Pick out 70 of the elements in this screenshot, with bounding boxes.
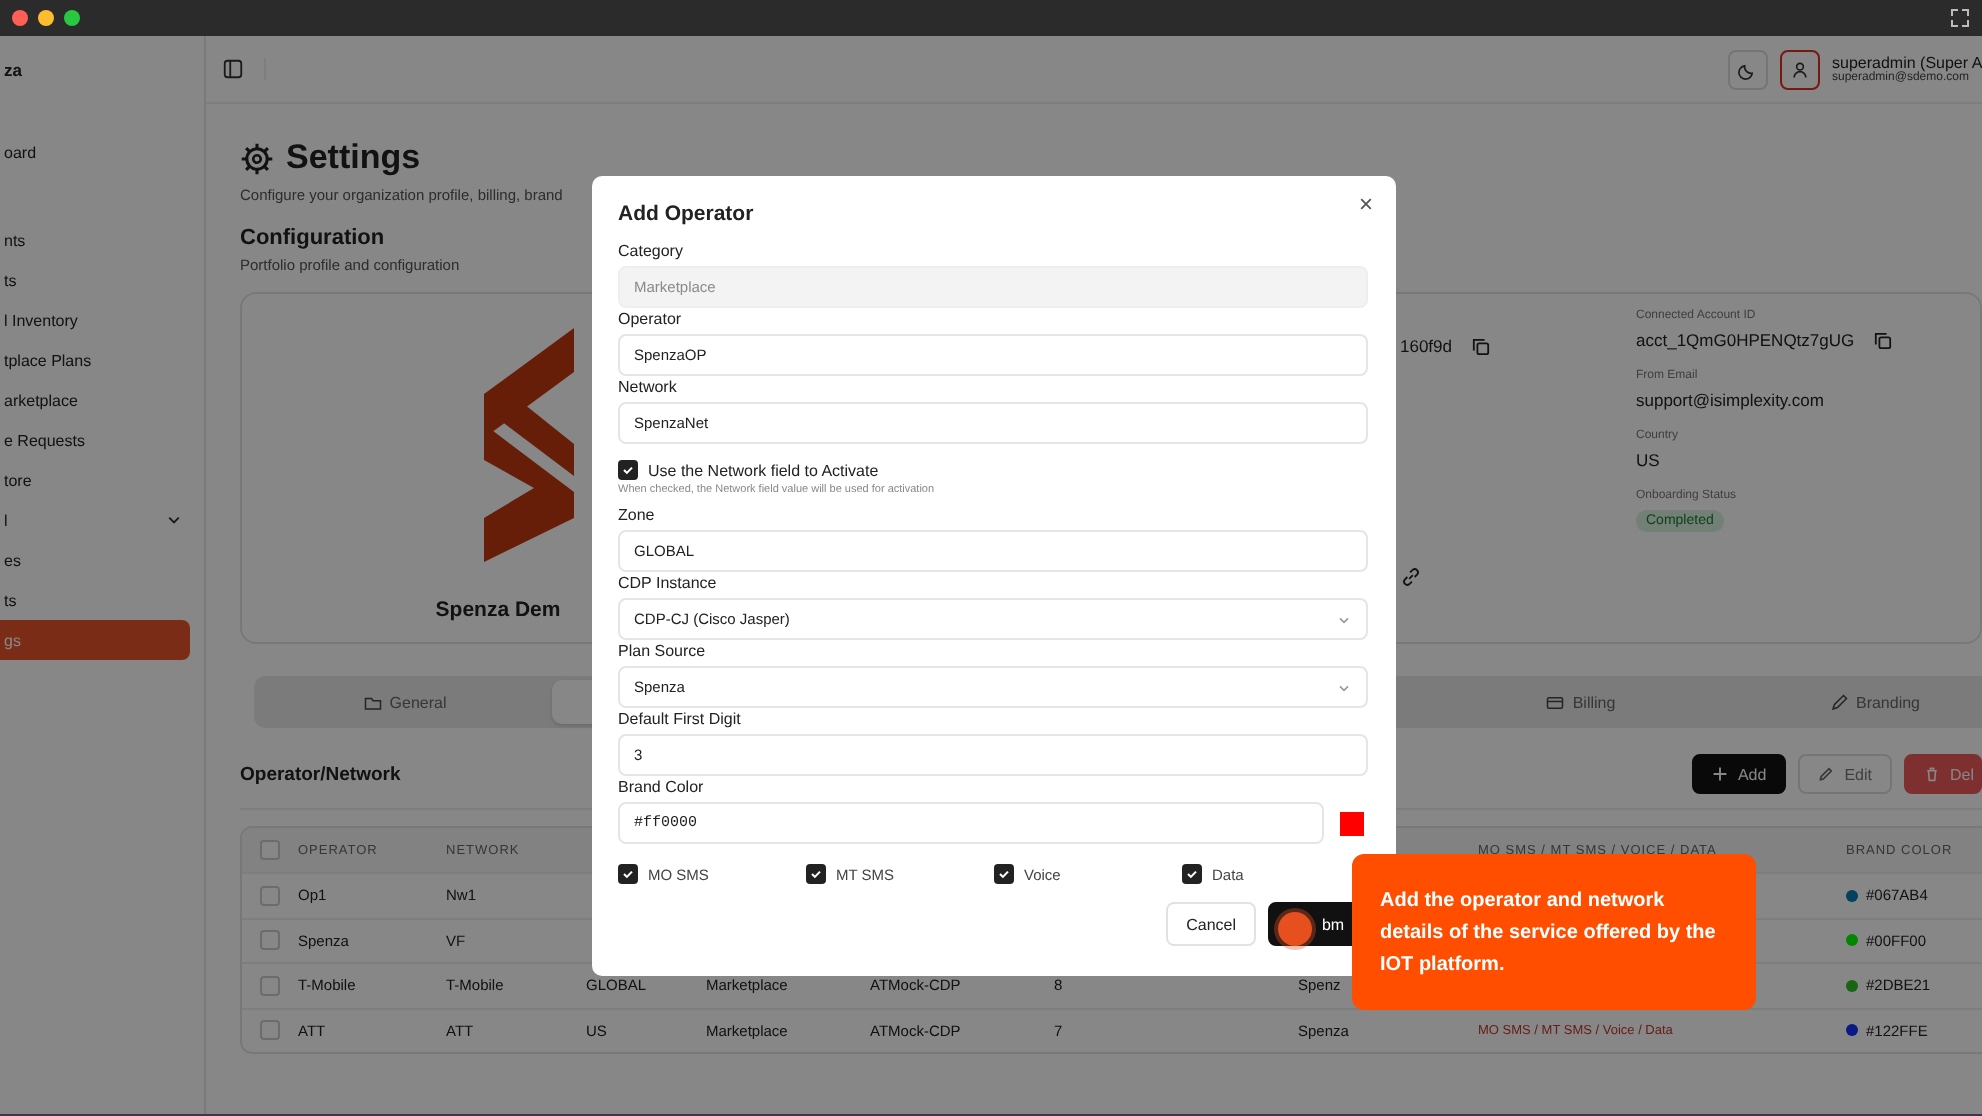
- action-button[interactable]: Add: [1691, 754, 1787, 794]
- organization-name: Spenza Dem: [435, 598, 561, 622]
- close-icon[interactable]: [1358, 196, 1374, 212]
- settings-icon: [240, 141, 274, 175]
- moon-icon: [1738, 59, 1758, 79]
- zoom-window-button[interactable]: [64, 10, 80, 26]
- chevron-down-icon: [166, 512, 182, 528]
- sidebar-item[interactable]: l Inventory: [0, 300, 190, 340]
- minimize-window-button[interactable]: [38, 10, 54, 26]
- sidebar-item[interactable]: tore: [0, 460, 190, 500]
- sidebar-item[interactable]: tplace Plans: [0, 340, 190, 380]
- tooltip-text: Add the operator and network details of the service offered by the IOT platform.: [1380, 888, 1718, 980]
- checkbox[interactable]: [618, 460, 638, 480]
- sidebar-item[interactable]: e Requests: [0, 420, 190, 460]
- checkmark-icon: [1184, 866, 1200, 882]
- field-label: Plan Source: [618, 642, 708, 664]
- checkbox[interactable]: [806, 864, 826, 884]
- tab[interactable]: Branding: [1728, 680, 1982, 724]
- cancel-button[interactable]: Cancel: [1166, 902, 1256, 946]
- sidebar-item[interactable]: oard: [0, 132, 190, 172]
- checkmark-icon: [620, 462, 636, 478]
- checkmark-icon: [808, 866, 824, 882]
- sidebar-item[interactable]: ts: [0, 580, 190, 620]
- section-title: Configuration: [240, 226, 387, 250]
- color-swatch[interactable]: [1340, 811, 1364, 835]
- checkmark-icon: [620, 866, 636, 882]
- field-value: acct_1QmG0HPENQtz7gUG: [1636, 330, 1855, 350]
- sidebar-item[interactable]: ts: [0, 260, 190, 300]
- field-label: CDP Instance: [618, 574, 719, 596]
- field-label: Brand Color: [618, 778, 706, 800]
- folder-icon: [363, 693, 382, 711]
- action-button[interactable]: Edit: [1798, 754, 1892, 794]
- theme-toggle-button[interactable]: [1728, 49, 1768, 89]
- user-avatar-button[interactable]: [1780, 49, 1820, 89]
- checkmark-icon: [996, 866, 1012, 882]
- field-value: US: [1636, 450, 1662, 470]
- field-label: Operator: [618, 310, 684, 332]
- sidebar-item[interactable]: arketplace: [0, 380, 190, 420]
- user-name: superadmin (Super A: [1832, 54, 1982, 72]
- brand-name: za: [2, 60, 24, 80]
- tab[interactable]: Billing: [1434, 680, 1728, 724]
- table-title: Operator/Network: [240, 763, 401, 785]
- fullscreen-icon[interactable]: [1950, 8, 1970, 28]
- sidebar-item[interactable]: gs: [0, 620, 190, 660]
- checkbox[interactable]: [994, 864, 1014, 884]
- sidebar-item[interactable]: es: [0, 540, 190, 580]
- field-label: Zone: [618, 506, 657, 528]
- sidebar-item[interactable]: nts: [0, 220, 190, 260]
- dialog-title: Add Operator: [618, 202, 754, 226]
- person-icon: [1790, 59, 1810, 79]
- close-window-button[interactable]: [12, 10, 28, 26]
- trash-icon: [1923, 766, 1940, 782]
- link-icon[interactable]: [1400, 566, 1422, 588]
- tab[interactable]: General: [258, 680, 552, 724]
- sidebar-toggle-icon[interactable]: [222, 58, 266, 80]
- copy-icon[interactable]: [1472, 337, 1490, 355]
- field-label: Category: [618, 242, 685, 264]
- sidebar-group[interactable]: l: [0, 500, 190, 540]
- field-value: support@isimplexity.com: [1636, 390, 1826, 410]
- copy-icon[interactable]: [1874, 331, 1893, 349]
- checkbox[interactable]: [1182, 864, 1202, 884]
- plus-icon: [1711, 766, 1728, 782]
- pencil-icon: [1818, 766, 1835, 782]
- checkbox[interactable]: [618, 864, 638, 884]
- id-value: 160f9d: [1400, 336, 1452, 356]
- checkbox-label: Use the Network field to Activate: [648, 461, 879, 479]
- field-label: Network: [618, 378, 679, 400]
- credit-card-icon: [1546, 693, 1565, 711]
- field-label: Default First Digit: [618, 710, 743, 732]
- page-title: Settings: [286, 138, 421, 178]
